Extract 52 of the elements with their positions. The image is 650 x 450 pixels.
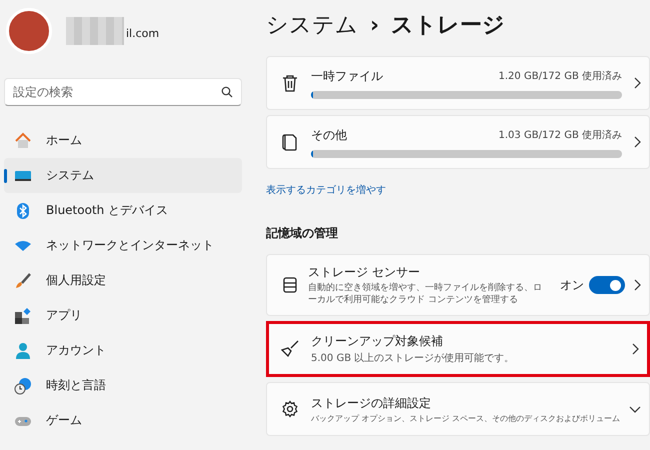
setting-description: 自動的に空き領域を増やす、一時ファイルを削除する、ローカルで利用可能なクラウド コンテンツを管理する — [308, 283, 543, 306]
clock-icon — [14, 376, 32, 394]
setting-description: 5.00 GB 以上のストレージが使用可能です。 — [311, 352, 516, 366]
sidebar-item[interactable]: 時刻と言語 — [4, 368, 242, 403]
sidebar-item[interactable]: アプリ — [4, 298, 242, 333]
usage-text: 1.03 GB/172 GB 使用済み — [498, 128, 622, 142]
brush-icon — [14, 272, 32, 290]
drive-icon — [282, 276, 298, 294]
storage-category-card[interactable]: 一時ファイル 1.20 GB/172 GB 使用済み — [266, 56, 650, 110]
sidebar-item[interactable]: ゲーム — [4, 403, 242, 438]
chevron-right-icon — [632, 343, 639, 356]
category-title: その他 — [311, 126, 347, 144]
bluetooth-icon — [14, 202, 32, 220]
search-field[interactable]: 設定の検索 — [4, 78, 242, 106]
chevron-right-icon — [634, 279, 641, 292]
trash-icon — [282, 74, 298, 92]
category-title: 一時ファイル — [311, 68, 383, 84]
search-icon — [221, 86, 233, 98]
setting-description: バックアップ オプション、ストレージ スペース、その他のディスクおよびボリューム — [311, 414, 617, 424]
sidebar-item[interactable]: アカウント — [4, 333, 242, 368]
person-icon — [14, 342, 32, 360]
sidebar-item[interactable]: ネットワークとインターネット — [4, 228, 242, 263]
setting-title: ストレージの詳細設定 — [311, 394, 432, 412]
section-heading: 記憶域の管理 — [266, 225, 339, 242]
broom-icon — [281, 340, 299, 358]
setting-card[interactable]: ストレージの詳細設定 バックアップ オプション、ストレージ スペース、その他のディスクおよびボリューム — [266, 382, 650, 436]
gear-icon — [281, 400, 299, 418]
setting-title: ストレージ センサー — [308, 264, 421, 281]
avatar — [6, 8, 52, 54]
breadcrumb-separator: › — [370, 12, 380, 38]
sidebar-item[interactable]: ホーム — [4, 123, 242, 158]
apps-icon — [14, 306, 32, 324]
toggle-state-label: オン — [560, 276, 584, 294]
page-title: ストレージ — [391, 12, 506, 40]
setting-title: クリーンアップ対象候補 — [311, 333, 444, 350]
account-email: il.com — [126, 27, 160, 40]
setting-card[interactable]: ストレージ センサー 自動的に空き領域を増やす、一時ファイルを削除する、ローカルで利用可能なクラウド コンテンツを管理する オン — [266, 254, 650, 316]
storage-category-card[interactable]: その他 1.03 GB/172 GB 使用済み — [266, 115, 650, 169]
toggle-switch[interactable] — [589, 276, 625, 294]
sidebar-item[interactable]: システム — [4, 158, 242, 193]
breadcrumb-parent[interactable]: システム — [266, 10, 358, 40]
house-icon — [14, 132, 32, 150]
setting-card[interactable]: クリーンアップ対象候補 5.00 GB 以上のストレージが使用可能です。 — [266, 321, 650, 378]
chevron-right-icon — [634, 136, 641, 148]
document-icon — [282, 133, 298, 151]
usage-text: 1.20 GB/172 GB 使用済み — [498, 70, 622, 83]
show-more-categories-link[interactable]: 表示するカテゴリを増やす — [266, 183, 386, 197]
blurred-email — [66, 17, 124, 45]
sidebar-item[interactable]: 個人用設定 — [4, 263, 242, 298]
sidebar-item[interactable]: Bluetooth とデバイス — [4, 193, 242, 228]
chevron-right-icon — [634, 77, 641, 89]
chevron-down-icon — [629, 406, 641, 413]
